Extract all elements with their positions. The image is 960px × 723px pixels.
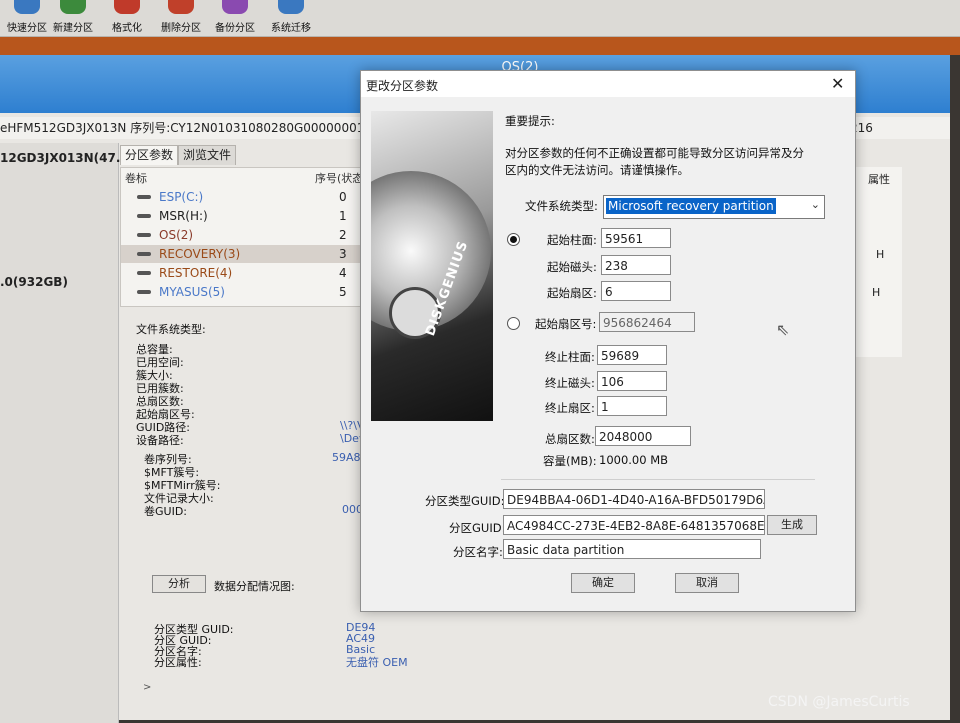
partition-icon bbox=[137, 271, 151, 275]
system-migration-button[interactable]: 系统迁移 bbox=[264, 0, 318, 36]
fs-type-label: 文件系统类型: bbox=[525, 199, 598, 213]
generate-button[interactable]: 生成 bbox=[767, 515, 817, 535]
partition-row[interactable]: RESTORE(4) 4 bbox=[121, 264, 366, 282]
delete-partition-button[interactable]: 删除分区 bbox=[154, 0, 208, 36]
tab-partition-params[interactable]: 分区参数 bbox=[120, 145, 179, 165]
partition-row[interactable]: MSR(H:) 1 bbox=[121, 207, 366, 225]
partition-row[interactable]: ESP(C:) 0 bbox=[121, 188, 366, 206]
format-button[interactable]: 格式化 bbox=[100, 0, 154, 36]
warning-line-2: 区内的文件无法访问。请谨慎操作。 bbox=[505, 163, 689, 177]
start-head-field[interactable]: 238 bbox=[601, 255, 671, 275]
dialog-title: 更改分区参数 bbox=[366, 79, 439, 93]
total-sectors-field[interactable]: 2048000 bbox=[595, 426, 691, 446]
partition-icon bbox=[137, 252, 151, 256]
delete-partition-icon bbox=[168, 0, 194, 14]
disk-capacity: .0(932GB) bbox=[0, 275, 68, 289]
change-partition-params-dialog: 更改分区参数 ✕ DISKGENIUS 重要提示: 对分区参数的任何不正确设置都… bbox=[360, 70, 856, 612]
chevron-down-icon: ⌄ bbox=[810, 198, 820, 211]
chs-radio[interactable] bbox=[507, 233, 520, 246]
disk-info-text: eHFM512GD3JX013N 序列号:CY12N01031080280G00… bbox=[0, 121, 369, 135]
cancel-button[interactable]: 取消 bbox=[675, 573, 739, 593]
partition-icon bbox=[137, 290, 151, 294]
partition-guid-field[interactable]: AC4984CC-273E-4EB2-8A8E-6481357068E6 bbox=[503, 515, 765, 535]
diskgenius-banner-image: DISKGENIUS bbox=[371, 111, 493, 421]
end-head-field[interactable]: 106 bbox=[597, 371, 667, 391]
system-migration-icon bbox=[278, 0, 304, 14]
new-partition-button[interactable]: 新建分区 bbox=[46, 0, 100, 36]
capacity-value: 1000.00 MB bbox=[599, 453, 669, 467]
fs-type-value: Microsoft recovery partition bbox=[606, 198, 776, 214]
watermark: CSDN @JamesCurtis bbox=[768, 694, 910, 710]
warning-title: 重要提示: bbox=[505, 114, 555, 128]
end-sector-field[interactable]: 1 bbox=[597, 396, 667, 416]
disk-model[interactable]: 12GD3JX013N(47. bbox=[0, 151, 120, 165]
start-cylinder-field[interactable]: 59561 bbox=[601, 228, 671, 248]
partition-list: 卷标 序号(状态 ESP(C:) 0 MSR(H:) 1 OS(2) 2 REC… bbox=[120, 167, 367, 307]
tab-browse-files[interactable]: 浏览文件 bbox=[178, 145, 237, 165]
format-icon bbox=[114, 0, 140, 14]
end-cylinder-field[interactable]: 59689 bbox=[597, 345, 667, 365]
backup-partition-button[interactable]: 备份分区 bbox=[208, 0, 262, 36]
toolbar: 快速分区 新建分区 格式化 删除分区 备份分区 系统迁移 bbox=[0, 0, 960, 37]
partition-type-guid-field[interactable]: DE94BBA4-06D1-4D40-A16A-BFD50179D6AC bbox=[503, 489, 765, 509]
column-header-attributes[interactable]: 属性 bbox=[868, 171, 890, 187]
new-partition-icon bbox=[60, 0, 86, 14]
disk-bar bbox=[0, 37, 960, 55]
lba-radio[interactable] bbox=[507, 317, 520, 330]
warning-line-1: 对分区参数的任何不正确设置都可能导致分区访问异常及分 bbox=[505, 146, 804, 160]
quick-partition-icon bbox=[14, 0, 40, 14]
tab-bar: 分区参数 浏览文件 bbox=[120, 145, 380, 165]
backup-partition-icon bbox=[222, 0, 248, 14]
disk-tree-panel[interactable]: 12GD3JX013N(47. .0(932GB) bbox=[0, 143, 120, 723]
fs-type-select[interactable]: Microsoft recovery partition ⌄ bbox=[603, 195, 825, 219]
divider bbox=[501, 479, 815, 480]
partition-row[interactable]: OS(2) 2 bbox=[121, 226, 366, 244]
partition-icon bbox=[137, 195, 151, 199]
column-header-index[interactable]: 序号(状态 bbox=[315, 170, 363, 186]
mouse-cursor-icon: ⇖ bbox=[776, 320, 790, 339]
partition-name-field[interactable]: Basic data partition bbox=[503, 539, 761, 559]
partition-icon bbox=[137, 233, 151, 237]
dialog-title-bar[interactable]: 更改分区参数 ✕ bbox=[361, 71, 855, 97]
partition-details: 文件系统类型: 总容量: 已用空间: 簇大小: 已用簇数: 总扇区数: 起始扇区… bbox=[136, 323, 408, 669]
partition-row-selected[interactable]: RECOVERY(3) 3 bbox=[121, 245, 366, 263]
start-lba-field[interactable]: 956862464 bbox=[599, 312, 695, 332]
close-icon[interactable]: ✕ bbox=[831, 74, 844, 93]
ok-button[interactable]: 确定 bbox=[571, 573, 635, 593]
scroll-right-arrow-icon[interactable]: > bbox=[143, 682, 151, 693]
column-header-label[interactable]: 卷标 bbox=[125, 170, 147, 186]
partition-icon bbox=[137, 214, 151, 218]
start-sector-field[interactable]: 6 bbox=[601, 281, 671, 301]
analyze-button[interactable]: 分析 bbox=[152, 575, 206, 593]
partition-row[interactable]: MYASUS(5) 5 bbox=[121, 283, 366, 301]
